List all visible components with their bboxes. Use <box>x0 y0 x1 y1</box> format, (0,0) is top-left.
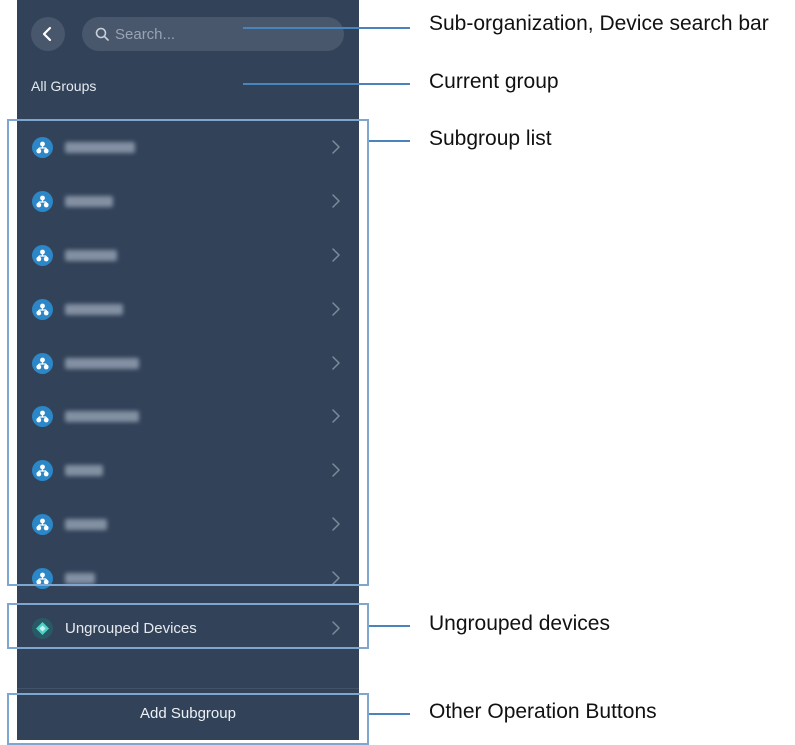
subgroup-name-redacted <box>65 304 123 315</box>
subgroup-name-redacted <box>65 519 107 530</box>
current-group-label: All Groups <box>31 78 97 94</box>
search-callout: Sub-organization, Device search bar <box>429 12 769 35</box>
subgroup-name-redacted <box>65 142 135 153</box>
back-button[interactable] <box>31 17 65 51</box>
add-subgroup-button[interactable]: Add Subgroup <box>17 692 359 740</box>
subgroup-item[interactable] <box>17 443 359 497</box>
current-group-callout: Current group <box>429 70 559 93</box>
diamond-icon <box>32 618 53 639</box>
subgroup-list-callout: Subgroup list <box>429 127 552 150</box>
chevron-right-icon <box>332 356 340 370</box>
group-icon <box>32 137 53 158</box>
group-icon <box>32 191 53 212</box>
group-icon <box>32 245 53 266</box>
current-group-leader-line <box>243 83 410 85</box>
subgroup-item[interactable] <box>17 336 359 390</box>
subgroup-name-redacted <box>65 573 95 584</box>
ungrouped-devices-label: Ungrouped Devices <box>65 620 197 637</box>
chevron-left-icon <box>42 26 52 42</box>
chevron-right-icon <box>332 194 340 208</box>
search-input[interactable] <box>115 17 330 51</box>
subgroup-item[interactable] <box>17 282 359 336</box>
operations-callout: Other Operation Buttons <box>429 700 657 723</box>
chevron-right-icon <box>332 463 340 477</box>
subgroup-item[interactable] <box>17 497 359 551</box>
group-panel: All Groups Ungrouped Devices Add Subgrou… <box>17 0 359 740</box>
chevron-right-icon <box>332 621 340 635</box>
subgroup-name-redacted <box>65 196 113 207</box>
search-bar[interactable] <box>82 17 344 51</box>
group-icon <box>32 514 53 535</box>
chevron-right-icon <box>332 409 340 423</box>
group-icon <box>32 568 53 589</box>
group-icon <box>32 460 53 481</box>
chevron-right-icon <box>332 140 340 154</box>
chevron-right-icon <box>332 302 340 316</box>
chevron-right-icon <box>332 517 340 531</box>
subgroup-name-redacted <box>65 465 103 476</box>
search-icon <box>95 27 109 41</box>
group-icon <box>32 353 53 374</box>
subgroup-name-redacted <box>65 358 139 369</box>
chevron-right-icon <box>332 248 340 262</box>
ungrouped-callout: Ungrouped devices <box>429 612 610 635</box>
subgroup-item[interactable] <box>17 120 359 174</box>
group-icon <box>32 299 53 320</box>
chevron-right-icon <box>332 571 340 585</box>
ungrouped-leader-line <box>369 625 410 627</box>
search-leader-line <box>243 27 410 29</box>
subgroup-item[interactable] <box>17 389 359 443</box>
subgroup-item[interactable] <box>17 174 359 228</box>
subgroup-item[interactable] <box>17 551 359 605</box>
group-icon <box>32 406 53 427</box>
subgroup-list-leader-line <box>369 140 410 142</box>
operations-leader-line <box>369 713 410 715</box>
ungrouped-devices-item[interactable]: Ungrouped Devices <box>17 601 359 655</box>
subgroup-name-redacted <box>65 411 139 422</box>
subgroup-name-redacted <box>65 250 117 261</box>
divider <box>17 688 359 689</box>
subgroup-item[interactable] <box>17 228 359 282</box>
